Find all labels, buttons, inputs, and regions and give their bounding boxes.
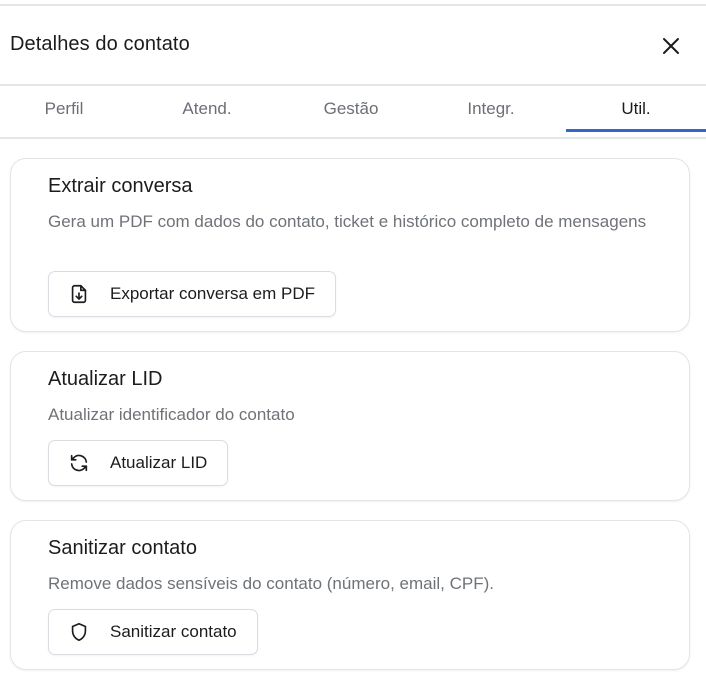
card-title: Atualizar LID <box>48 368 163 390</box>
tab-label: Util. <box>621 99 651 118</box>
tab-label: Gestão <box>323 99 379 118</box>
sanitize-contact-button[interactable]: Sanitizar contato <box>48 609 258 655</box>
shield-icon <box>67 620 91 644</box>
file-download-icon <box>67 282 91 306</box>
active-tab-indicator <box>566 129 706 132</box>
card-extract-conversation: Extrair conversa Gera um PDF com dados d… <box>10 158 690 332</box>
tab-label: Perfil <box>44 99 84 118</box>
close-icon <box>663 38 679 54</box>
panel-title: Detalhes do contato <box>10 33 190 55</box>
card-description: Atualizar identificador do contato <box>48 405 295 424</box>
tab-util[interactable]: Util. <box>566 86 706 132</box>
tab-label: Atend. <box>182 99 232 118</box>
panel-header: Detalhes do contato <box>0 6 706 84</box>
card-sanitize-contact: Sanitizar contato Remove dados sensíveis… <box>10 520 690 670</box>
export-pdf-button[interactable]: Exportar conversa em PDF <box>48 271 337 317</box>
tab-integr[interactable]: Integr. <box>416 86 566 132</box>
tabs-divider <box>0 137 706 139</box>
tab-label: Integr. <box>467 99 515 118</box>
tab-atend[interactable]: Atend. <box>128 86 286 132</box>
button-label: Exportar conversa em PDF <box>110 284 316 303</box>
tab-gestao[interactable]: Gestão <box>286 86 416 132</box>
update-lid-button[interactable]: Atualizar LID <box>48 440 229 486</box>
card-title: Sanitizar contato <box>48 537 197 559</box>
tab-perfil[interactable]: Perfil <box>0 86 128 132</box>
card-description: Gera um PDF com dados do contato, ticket… <box>48 212 647 231</box>
close-button[interactable] <box>656 31 686 61</box>
card-title: Extrair conversa <box>48 175 193 197</box>
tab-bar: Perfil Atend. Gestão Integr. Util. <box>0 86 706 138</box>
refresh-icon <box>67 451 91 475</box>
button-label: Atualizar LID <box>110 453 208 472</box>
card-update-lid: Atualizar LID Atualizar identificador do… <box>10 351 690 501</box>
card-description: Remove dados sensíveis do contato (númer… <box>48 574 494 593</box>
button-label: Sanitizar contato <box>110 622 237 641</box>
